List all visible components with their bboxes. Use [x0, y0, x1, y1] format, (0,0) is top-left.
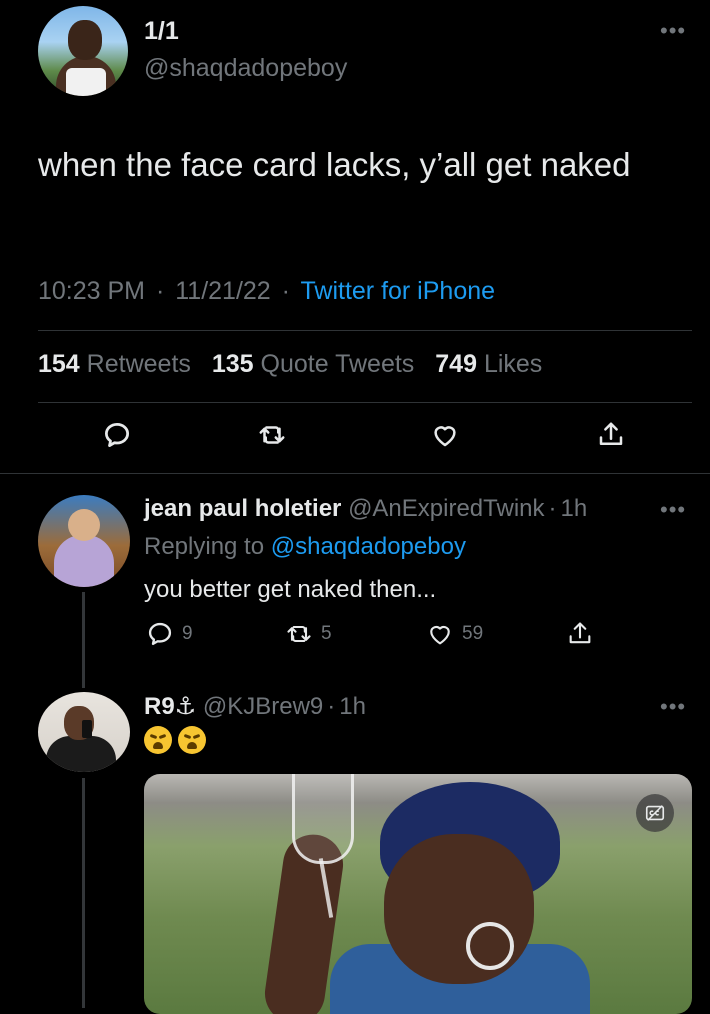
share-button[interactable]	[596, 420, 626, 455]
retweet-button[interactable]	[257, 420, 287, 455]
heart-icon	[430, 625, 450, 645]
reply-age[interactable]: 1h	[339, 693, 366, 720]
replying-prefix: Replying to	[144, 533, 265, 560]
thread-line	[82, 592, 85, 688]
reply-display-name[interactable]: jean paul holetier	[144, 495, 341, 522]
retweet-button[interactable]: 5	[285, 620, 332, 648]
tweet-time[interactable]: 10:23 PM	[38, 277, 145, 305]
divider	[0, 473, 710, 474]
meta-separator: ·	[155, 277, 165, 305]
reply-handle[interactable]: @AnExpiredTwink	[348, 495, 544, 522]
reply-icon	[148, 622, 172, 646]
reply-media-gif[interactable]	[144, 774, 692, 1014]
more-icon[interactable]: •••	[660, 497, 686, 523]
reply-emoji-text	[144, 726, 206, 754]
retweet-icon	[287, 625, 311, 643]
tweet-source-link[interactable]: Twitter for iPhone	[301, 277, 496, 305]
reply-count: 9	[182, 623, 193, 644]
more-icon[interactable]: •••	[660, 694, 686, 720]
reply-age[interactable]: 1h	[561, 495, 588, 522]
closed-captions-glyph	[645, 805, 665, 821]
divider	[38, 330, 692, 331]
like-button[interactable]: 59	[426, 620, 483, 648]
share-button[interactable]	[566, 620, 594, 648]
retweets-label: Retweets	[86, 350, 191, 378]
tweet-text: when the face card lacks, y’all get nake…	[38, 146, 631, 183]
meta-separator: ·	[548, 495, 557, 522]
divider	[38, 402, 692, 403]
tweet-stats: 154 Retweets 135 Quote Tweets 749 Likes	[38, 350, 556, 379]
replying-to-handle[interactable]: @shaqdadopeboy	[271, 533, 466, 560]
reply-text: you better get naked then...	[144, 576, 437, 603]
quotes-label: Quote Tweets	[260, 350, 415, 378]
reply-button[interactable]	[102, 420, 132, 455]
anchor-emoji: ⚓	[174, 693, 197, 720]
tweet-meta: 10:23 PM · 11/21/22 · Twitter for iPhone	[38, 277, 495, 306]
reply-display-name[interactable]: R9	[144, 693, 175, 720]
retweet-count: 5	[321, 623, 332, 644]
author-handle[interactable]: @shaqdadopeboy	[144, 54, 347, 83]
reply-avatar[interactable]	[38, 495, 130, 587]
replying-to: Replying to @shaqdadopeboy	[144, 533, 466, 561]
like-count: 59	[462, 623, 484, 644]
reply-handle[interactable]: @KJBrew9	[203, 693, 323, 720]
reply-header: jean paul holetier @AnExpiredTwink · 1h	[144, 495, 587, 523]
likes-stat[interactable]: 749 Likes	[435, 350, 556, 378]
heart-icon	[434, 426, 456, 447]
reply-avatar[interactable]	[38, 692, 130, 772]
reply-button[interactable]: 9	[146, 620, 193, 648]
meta-separator: ·	[281, 277, 290, 305]
weary-face-emoji	[144, 726, 172, 754]
likes-count: 749	[435, 350, 477, 378]
quotes-count: 135	[211, 350, 254, 378]
weary-face-emoji	[178, 726, 206, 754]
share-icon	[599, 422, 623, 445]
share-icon	[569, 622, 591, 644]
like-button[interactable]	[430, 420, 460, 455]
reply-icon	[105, 423, 129, 447]
likes-label: Likes	[483, 350, 543, 378]
author-avatar[interactable]	[38, 6, 128, 96]
meta-separator: ·	[327, 693, 336, 720]
closed-captions-icon[interactable]	[636, 794, 674, 832]
tweet-date[interactable]: 11/21/22	[175, 277, 270, 305]
more-icon[interactable]: •••	[660, 18, 686, 44]
reply-header: R9⚓ @KJBrew9 · 1h	[144, 692, 366, 721]
quotes-stat[interactable]: 135 Quote Tweets	[212, 350, 428, 378]
author-display-name[interactable]: 1/1	[144, 17, 179, 46]
retweets-count: 154	[38, 350, 80, 378]
retweets-stat[interactable]: 154 Retweets	[38, 350, 205, 378]
thread-line	[82, 778, 85, 1008]
retweet-icon	[259, 426, 285, 444]
